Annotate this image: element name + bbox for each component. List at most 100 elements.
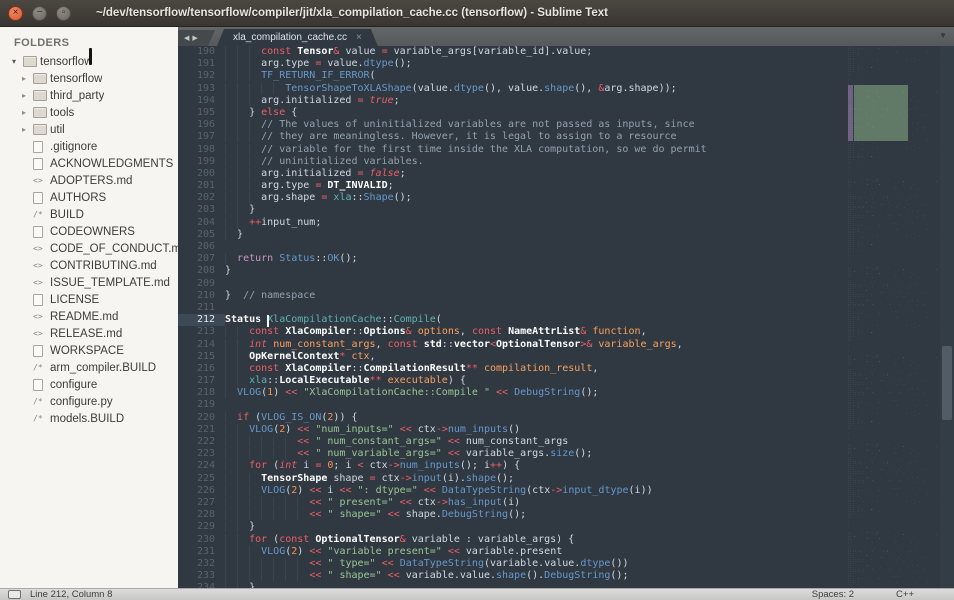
code-line[interactable]: 202 arg.shape = xla::Shape(); <box>178 192 848 204</box>
vertical-scrollbar[interactable] <box>940 46 954 588</box>
code-line[interactable]: 204 ++input_num; <box>178 217 848 229</box>
code-line[interactable]: 208} <box>178 265 848 277</box>
code-line[interactable]: 220 if (VLOG_IS_ON(2)) { <box>178 412 848 424</box>
tab-xla-compilation-cache[interactable]: xla_compilation_cache.cc × <box>217 29 378 46</box>
code-line[interactable]: 194 arg.initialized = true; <box>178 95 848 107</box>
code-line[interactable]: 196 // The values of uninitialized varia… <box>178 119 848 131</box>
code-line[interactable]: 228 << " shape=" << shape.DebugString(); <box>178 509 848 521</box>
code-line[interactable]: 203 } <box>178 204 848 216</box>
code-line[interactable]: 212 Status XlaCompilationCache::Compile( <box>178 314 848 327</box>
code-line[interactable]: 233 << " shape=" << variable.value.shape… <box>178 570 848 582</box>
syntax-setting[interactable]: C++ <box>896 589 914 600</box>
code-editor[interactable]: 190 const Tensor& value = variable_args[… <box>178 46 848 588</box>
code-line[interactable]: 200 arg.initialized = false; <box>178 168 848 180</box>
code-line[interactable]: 224 for (int i = 0; i < ctx->num_inputs(… <box>178 460 848 472</box>
code-line[interactable]: 207 return Status::OK(); <box>178 253 848 265</box>
sidebar-item-build[interactable]: /* BUILD <box>0 206 178 223</box>
code-line[interactable]: 205 } <box>178 229 848 241</box>
code-line[interactable]: 231 VLOG(2) << "variable present=" << va… <box>178 546 848 558</box>
file-icon <box>33 141 50 153</box>
console-icon[interactable] <box>8 590 21 599</box>
sidebar-item-tools[interactable]: ▸ tools <box>0 104 178 121</box>
code-line[interactable]: 232 << " type=" << DataTypeString(variab… <box>178 558 848 570</box>
code-line[interactable]: 210} // namespace <box>178 290 848 302</box>
sidebar-item-acknowledgments[interactable]: ACKNOWLEDGMENTS <box>0 155 178 172</box>
nav-forward-icon[interactable]: ▶ <box>192 34 197 42</box>
code-line[interactable]: 222 << " num_constant_args=" << num_cons… <box>178 436 848 448</box>
code-line[interactable]: 209 <box>178 278 848 290</box>
code-line[interactable]: 193 TensorShapeToXLAShape(value.dtype(),… <box>178 83 848 95</box>
tab-close-icon[interactable]: × <box>356 32 362 43</box>
file-icon <box>33 379 50 391</box>
indentation-setting[interactable]: Spaces: 2 <box>812 589 854 600</box>
chevron-right-icon[interactable]: ▸ <box>22 91 33 100</box>
code-line[interactable]: 201 arg.type = DT_INVALID; <box>178 180 848 192</box>
sidebar-item-third-party[interactable]: ▸ third_party <box>0 87 178 104</box>
code-line[interactable]: 227 << " present=" << ctx->has_input(i) <box>178 497 848 509</box>
line-number: 195 <box>196 106 215 118</box>
code-line[interactable]: 219 <box>178 399 848 411</box>
code-line[interactable]: 197 // they are meaningless. However, it… <box>178 131 848 143</box>
file-icon <box>33 345 50 357</box>
code-line[interactable]: 225 TensorShape shape = ctx->input(i).sh… <box>178 473 848 485</box>
code-line[interactable]: 213 const XlaCompiler::Options& options,… <box>178 326 848 338</box>
sidebar-item-codeowners[interactable]: CODEOWNERS <box>0 223 178 240</box>
sidebar-item-adopters-md[interactable]: <> ADOPTERS.md <box>0 172 178 189</box>
sidebar-item-tensorflow[interactable]: ▸ tensorflow <box>0 70 178 87</box>
line-number: 223 <box>196 448 215 460</box>
code-line[interactable]: 199 // uninitialized variables. <box>178 156 848 168</box>
chevron-right-icon[interactable]: ▸ <box>22 74 33 83</box>
code-line[interactable]: 190 const Tensor& value = variable_args[… <box>178 46 848 58</box>
code-line[interactable]: 211 <box>178 302 848 314</box>
sidebar-item-util[interactable]: ▸ util <box>0 121 178 138</box>
sidebar-item-label: third_party <box>50 89 105 102</box>
sidebar-item-configure-py[interactable]: /* configure.py <box>0 393 178 410</box>
sidebar-item-workspace[interactable]: WORKSPACE <box>0 342 178 359</box>
close-window-button[interactable]: × <box>8 5 23 21</box>
sidebar-item-license[interactable]: LICENSE <box>0 291 178 308</box>
minimize-window-button[interactable]: − <box>32 5 47 21</box>
code-line[interactable]: 223 << " num_variable_args=" << variable… <box>178 448 848 460</box>
build-file-icon: /* <box>33 397 43 406</box>
code-line[interactable]: 230 for (const OptionalTensor& variable … <box>178 534 848 546</box>
code-line[interactable]: 206 <box>178 241 848 253</box>
code-line[interactable]: 221 VLOG(2) << "num_inputs=" << ctx->num… <box>178 424 848 436</box>
sidebar-item-code-of-conduct-md[interactable]: <> CODE_OF_CONDUCT.md <box>0 240 178 257</box>
code-line[interactable]: 192 TF_RETURN_IF_ERROR( <box>178 70 848 82</box>
tab-overflow-icon[interactable]: ▼ <box>939 31 947 40</box>
sidebar-item-configure[interactable]: configure <box>0 376 178 393</box>
chevron-right-icon[interactable]: ▸ <box>22 125 33 134</box>
nav-back-icon[interactable]: ◀ <box>184 34 189 42</box>
sidebar-item-issue-template-md[interactable]: <> ISSUE_TEMPLATE.md <box>0 274 178 291</box>
chevron-right-icon[interactable]: ▸ <box>22 108 33 117</box>
code-line[interactable]: 217 xla::LocalExecutable** executable) { <box>178 375 848 387</box>
code-line[interactable]: 216 const XlaCompiler::CompilationResult… <box>178 363 848 375</box>
code-line[interactable]: 191 arg.type = value.dtype(); <box>178 58 848 70</box>
sidebar-item-contributing-md[interactable]: <> CONTRIBUTING.md <box>0 257 178 274</box>
line-number: 210 <box>196 289 215 301</box>
sidebar-item-release-md[interactable]: <> RELEASE.md <box>0 325 178 342</box>
code-line[interactable]: 226 VLOG(2) << i << ": dtype=" << DataTy… <box>178 485 848 497</box>
code-line[interactable]: 218 VLOG(1) << "XlaCompilationCache::Com… <box>178 387 848 399</box>
maximize-window-button[interactable]: ▫ <box>56 5 71 21</box>
tab-history-nav[interactable]: ◀ ▶ <box>178 30 215 46</box>
sidebar-item-models-build[interactable]: /* models.BUILD <box>0 410 178 427</box>
code-line[interactable]: 198 // variable for the first time insid… <box>178 144 848 156</box>
code-line[interactable]: 234 } <box>178 582 848 588</box>
sidebar-item-readme-md[interactable]: <> README.md <box>0 308 178 325</box>
line-number: 220 <box>196 411 215 423</box>
sidebar-item-authors[interactable]: AUTHORS <box>0 189 178 206</box>
code-line[interactable]: 214 int num_constant_args, const std::ve… <box>178 339 848 351</box>
code-line[interactable]: 229 } <box>178 521 848 533</box>
code-line[interactable]: 195 } else { <box>178 107 848 119</box>
chevron-down-icon[interactable]: ▾ <box>12 57 23 66</box>
minimap[interactable]: const Tensor& value = variable_args[vari… <box>848 46 940 588</box>
sidebar-item--gitignore[interactable]: .gitignore <box>0 138 178 155</box>
sidebar-item-arm-compiler-build[interactable]: /* arm_compiler.BUILD <box>0 359 178 376</box>
line-number: 228 <box>196 509 215 521</box>
scrollbar-thumb[interactable] <box>942 346 952 420</box>
sidebar-item-label: ISSUE_TEMPLATE.md <box>50 276 170 289</box>
titlebar[interactable]: × − ▫ ~/dev/tensorflow/tensorflow/compil… <box>0 0 954 27</box>
code-line[interactable]: 215 OpKernelContext* ctx, <box>178 351 848 363</box>
line-number: 201 <box>196 180 215 192</box>
